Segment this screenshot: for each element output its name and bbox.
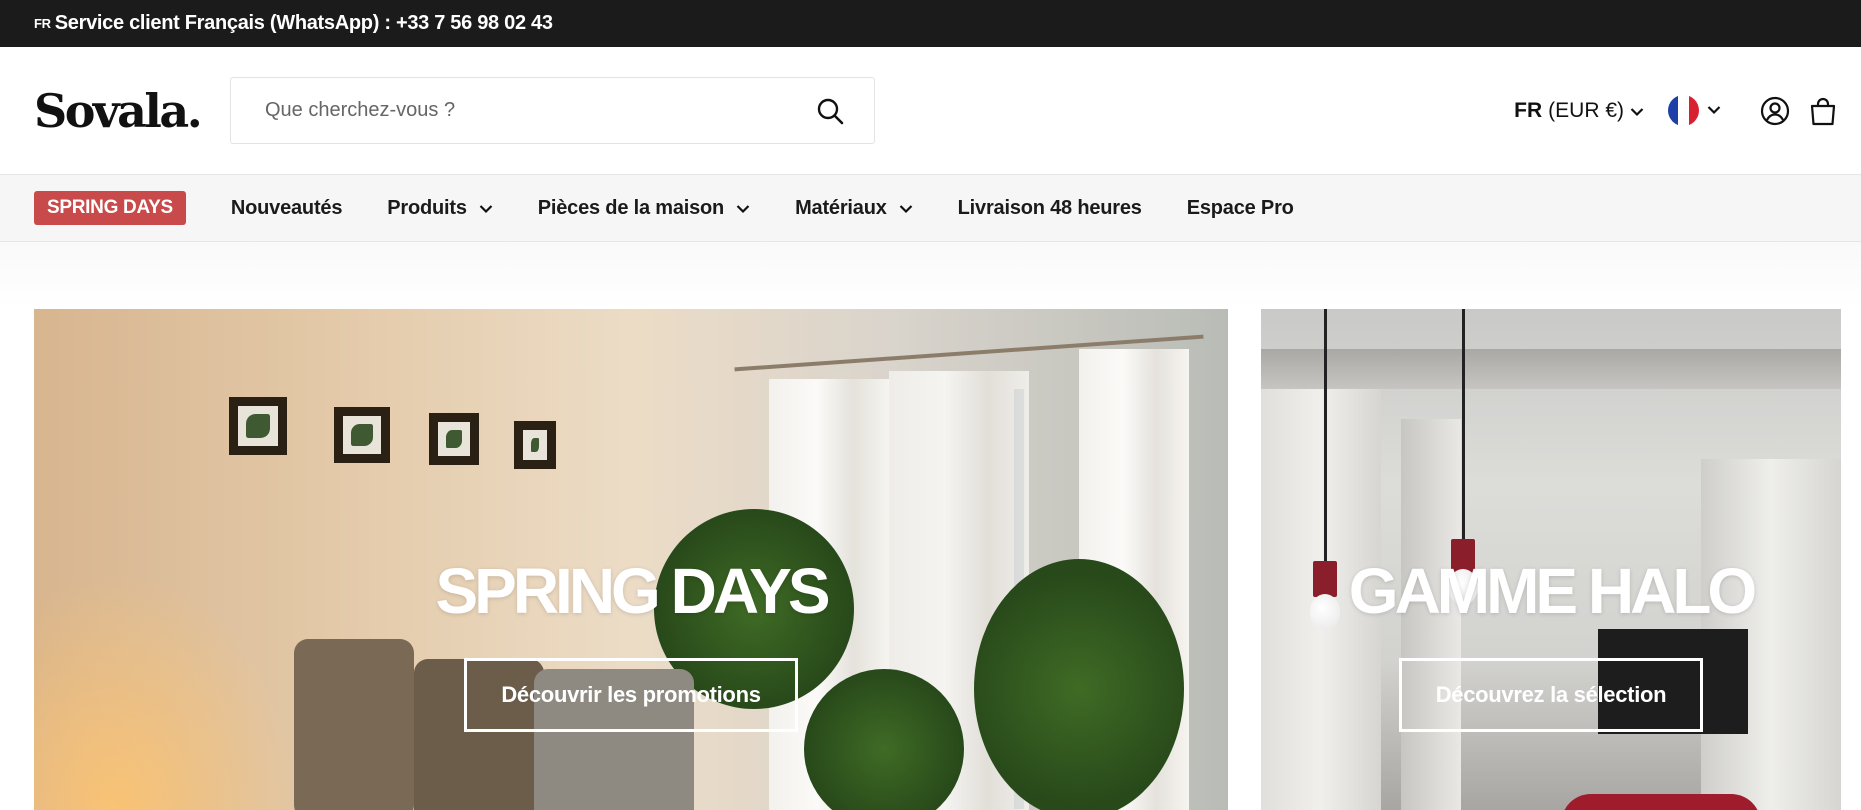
nav-item-pieces-maison[interactable]: Pièces de la maison [538, 197, 750, 220]
picture-frame [334, 407, 390, 463]
site-header: Sovala. FR (EUR €) [0, 47, 1861, 174]
nav-item-produits[interactable]: Produits [387, 197, 493, 220]
customer-service-text: Service client Français (WhatsApp) : +33… [54, 12, 553, 34]
pendant-wire [1324, 309, 1327, 561]
nav-item-livraison[interactable]: Livraison 48 heures [958, 197, 1142, 220]
france-flag-icon [1668, 95, 1699, 126]
locale-code: FR [1514, 98, 1543, 122]
chevron-down-icon [479, 197, 493, 220]
chevron-down-icon [899, 197, 913, 220]
nav-item-label: Matériaux [795, 196, 887, 219]
nav-item-label: Espace Pro [1186, 196, 1294, 219]
chevron-down-icon [1630, 99, 1644, 123]
discover-promotions-button[interactable]: Découvrir les promotions [464, 658, 798, 732]
header-actions: FR (EUR €) [1514, 47, 1839, 174]
discover-selection-button[interactable]: Découvrez la sélection [1398, 658, 1704, 732]
language-code: FR [34, 16, 51, 31]
nav-item-materiaux[interactable]: Matériaux [795, 197, 913, 220]
picture-frame [429, 413, 479, 465]
search-icon[interactable] [814, 95, 846, 127]
picture-frame [229, 397, 287, 455]
spring-days-badge[interactable]: SPRING DAYS [34, 191, 186, 225]
nav-shadow-spacer [0, 242, 1861, 309]
nav-item-label: Nouveautés [230, 196, 343, 219]
chevron-down-icon [736, 197, 750, 220]
nav-item-label: Produits [387, 196, 467, 219]
hero-content: SPRING DAYS Découvrir les promotions [34, 554, 1228, 732]
hero-title: SPRING DAYS [435, 555, 830, 627]
hero-banners: SPRING DAYS Découvrir les promotions GAM… [0, 309, 1861, 810]
nav-item-nouveautes[interactable]: Nouveautés [230, 196, 343, 220]
picture-frame [514, 421, 556, 469]
nav-item-label: Livraison 48 heures [957, 196, 1142, 219]
announcement-bar: FR Service client Français (WhatsApp) : … [0, 0, 1861, 47]
hero-spring-days[interactable]: SPRING DAYS Découvrir les promotions [34, 309, 1228, 810]
chevron-down-icon [1707, 102, 1721, 120]
nav-item-label: Pièces de la maison [537, 196, 725, 219]
search-input[interactable] [265, 99, 814, 122]
hero-gamme-halo[interactable]: GAMME HALO Découvrez la sélection [1261, 309, 1841, 810]
main-navigation: SPRING DAYS Nouveautés Produits Pièces d… [0, 174, 1861, 242]
cart-bag-icon[interactable] [1807, 95, 1839, 127]
nav-item-espace-pro[interactable]: Espace Pro [1187, 197, 1294, 220]
sofa [1561, 794, 1761, 810]
locale-currency: (EUR €) [1548, 98, 1624, 122]
account-icon[interactable] [1759, 95, 1791, 127]
pendant-wire [1462, 309, 1465, 539]
hero-title: GAMME HALO [1348, 555, 1757, 627]
search-bar [230, 77, 875, 144]
country-selector[interactable] [1668, 95, 1721, 126]
currency-selector[interactable]: FR (EUR €) [1514, 99, 1644, 123]
logo[interactable]: Sovala. [34, 84, 230, 138]
hero-content: GAMME HALO Découvrez la sélection [1261, 554, 1841, 732]
ceiling-molding [1261, 349, 1841, 389]
